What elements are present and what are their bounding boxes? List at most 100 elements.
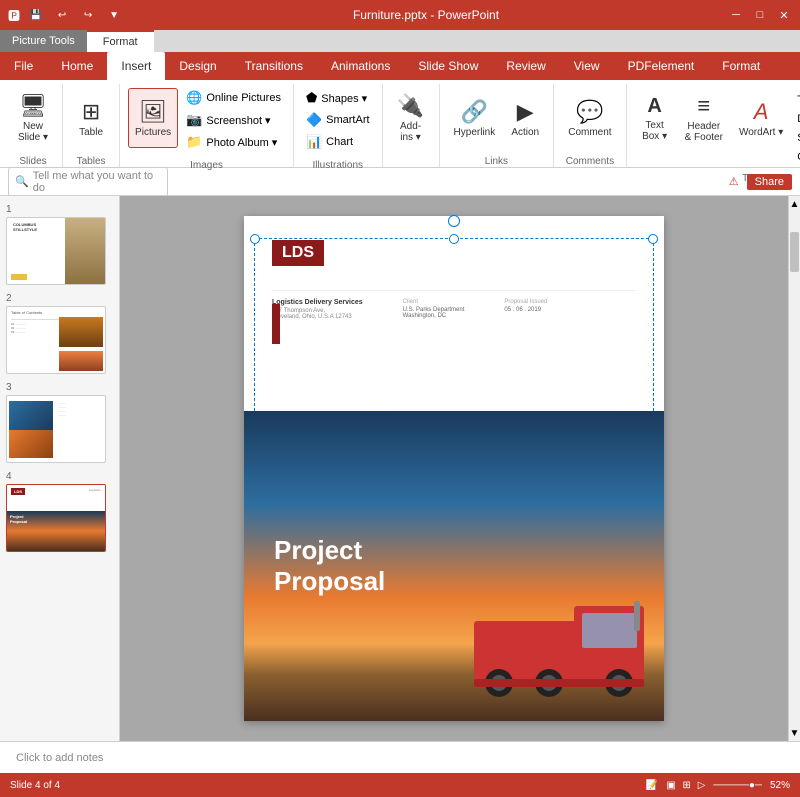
action-button[interactable]: ▶ Action [505,88,545,148]
share-button[interactable]: Share [747,174,792,190]
slide-thumb-content-2: Table of Contents 01 .............02 ...… [6,306,106,374]
slide-thumbnail-2[interactable]: 2 Table of Contents 01 .............02 .… [6,293,113,374]
links-group-label: Links [448,152,546,167]
tab-design[interactable]: Design [165,52,230,80]
chart-button[interactable]: 📊 Chart [302,132,374,152]
tab-format[interactable]: Format [708,52,774,80]
header-footer-button[interactable]: ≡ Header& Footer [679,88,729,148]
restore-button[interactable]: □ [752,7,768,23]
tab-file[interactable]: File [0,52,47,80]
tab-pdfelement[interactable]: PDFelement [614,52,709,80]
proposal-line-2: Proposal [274,566,385,596]
textbox-icon: A [647,95,661,118]
notes-bar[interactable]: Click to add notes [0,741,800,773]
tab-transitions[interactable]: Transitions [231,52,317,80]
ribbon-group-tables: ⊞ Table Tables [63,84,120,167]
slides-panel: 1 COLUMBUSSTILLSTYLE 2 Table of Contents… [0,196,120,741]
ribbon-items-links: 🔗 Hyperlink ▶ Action [448,84,546,152]
header-footer-label: Header& Footer [685,121,723,143]
undo-qat-button[interactable]: ↩ [52,5,72,25]
thumb3-image-2 [9,430,53,458]
photo-album-icon: 📁 [186,134,202,150]
smartart-button[interactable]: 🔷 SmartArt [302,110,374,130]
slide-thumbnail-3[interactable]: 3 ................................ [6,382,113,463]
normal-view-button[interactable]: ▣ [666,780,675,791]
shapes-button[interactable]: ⬟ Shapes ▾ [302,88,374,108]
online-pictures-button[interactable]: 🌐 Online Pictures [182,88,285,108]
hyperlink-button[interactable]: 🔗 Hyperlink [448,88,502,148]
format-tab[interactable]: Format [87,30,154,52]
photo-album-button[interactable]: 📁 Photo Album ▾ [182,132,285,152]
illustrations-group-label: Illustrations [302,156,374,171]
picture-tools-label: Picture Tools [0,30,87,52]
wordart-label: WordArt ▾ [739,127,783,138]
new-slide-label: NewSlide ▾ [18,121,48,143]
tab-animations[interactable]: Animations [317,52,404,80]
thumb4-image: ProjectProposal [7,511,105,551]
ribbon-tabs: File Home Insert Design Transitions Anim… [0,52,800,80]
text-small-buttons: Text Date & Time Slide Number Object [793,92,800,165]
customize-qat-button[interactable]: ▼ [104,5,124,25]
reading-view-button[interactable]: ▷ [698,780,706,791]
redo-qat-button[interactable]: ↪ [78,5,98,25]
window-controls: ─ □ ✕ [728,7,792,23]
spacer [272,282,636,290]
tab-slideshow[interactable]: Slide Show [404,52,492,80]
canvas-area: LDS Logistics Delivery Services 427 Thom… [120,196,788,741]
notes-view-button[interactable]: 📝 [646,780,658,791]
header-footer-icon: ≡ [697,93,710,119]
date-time-button[interactable]: Date & Time [793,111,800,127]
slide-number-3: 3 [6,382,113,393]
company-address: 427 Thompson Ave,Cleveland, Ohio, U.S.A … [272,308,363,320]
slide-image-area: Project Proposal [244,411,664,721]
scroll-down-button[interactable]: ▼ [789,725,800,741]
slide-thumbnail-1[interactable]: 1 COLUMBUSSTILLSTYLE [6,204,113,285]
zoom-slider[interactable]: ─────●─ [713,780,762,791]
pictures-label: Pictures [135,127,171,138]
slide-number-button[interactable]: Slide Number [793,130,800,146]
title-bar-left: 🅿 💾 ↩ ↪ ▼ [8,5,124,25]
minimize-button[interactable]: ─ [728,7,744,23]
tables-group-label: Tables [71,152,111,167]
screenshot-button[interactable]: 📷 Screenshot ▾ [182,110,285,130]
scroll-up-button[interactable]: ▲ [789,196,800,212]
ribbon: 🖥 NewSlide ▾ Slides ⊞ Table Tables 🖼 Pic… [0,80,800,168]
object-button[interactable]: Object [793,149,800,165]
ribbon-items-images: 🖼 Pictures 🌐 Online Pictures 📷 Screensho… [128,84,285,156]
save-qat-button[interactable]: 💾 [26,5,46,25]
scroll-thumb[interactable] [790,232,799,272]
close-button[interactable]: ✕ [776,7,792,23]
chart-icon: 📊 [306,134,322,150]
slide-canvas[interactable]: LDS Logistics Delivery Services 427 Thom… [244,216,664,721]
table-button[interactable]: ⊞ Table [71,88,111,148]
proposal-col: Proposal Issued 05 . 06 . 2019 [504,299,547,320]
ribbon-group-comments: 💬 Comment Comments [554,84,626,167]
new-slide-button[interactable]: 🖥 NewSlide ▾ [12,88,54,148]
tab-review[interactable]: Review [492,52,559,80]
slide-sorter-button[interactable]: ⊞ [683,780,691,791]
text-button[interactable]: Text [793,92,800,108]
addins-icon: 🔌 [397,93,424,119]
thumb2-image [59,317,103,347]
proposal-heading: Project Proposal [274,535,385,597]
company-name: Logistics Delivery Services [272,299,363,306]
ribbon-group-links: 🔗 Hyperlink ▶ Action Links [440,84,555,167]
thumb3-image-1 [9,401,53,431]
proposal-line-1: Project [274,535,362,565]
tab-insert[interactable]: Insert [107,52,165,80]
vertical-scrollbar[interactable]: ▲ ▼ [788,196,800,741]
wordart-button[interactable]: A WordArt ▾ [733,88,789,148]
slide-meta: Logistics Delivery Services 427 Thompson… [272,290,636,320]
tab-home[interactable]: Home [47,52,107,80]
ribbon-items-comments: 💬 Comment [562,84,617,152]
tell-me-search[interactable]: 🔍 Tell me what you want to do [8,167,168,197]
warning-icon[interactable]: ⚠ [729,175,739,188]
textbox-button[interactable]: A TextBox ▾ [635,88,675,148]
tab-view[interactable]: View [560,52,614,80]
slide-thumbnail-4[interactable]: 4 LDS Logistics... ProjectProposal [6,471,113,552]
addins-button[interactable]: 🔌 Add-ins ▾ [391,88,431,148]
pictures-button[interactable]: 🖼 Pictures [128,88,178,148]
comment-button[interactable]: 💬 Comment [562,88,617,148]
slides-group-label: Slides [12,152,54,167]
search-icon: 🔍 [15,175,29,188]
